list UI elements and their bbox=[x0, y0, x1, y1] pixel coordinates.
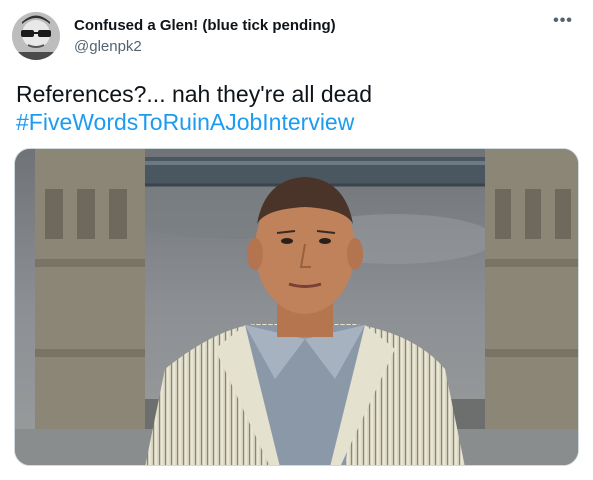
display-name[interactable]: Confused a Glen! (blue tick pending) bbox=[74, 17, 336, 35]
hashtag-link[interactable]: #FiveWordsToRuinAJobInterview bbox=[16, 108, 372, 136]
tweet-media-image[interactable] bbox=[14, 148, 579, 466]
more-horizontal-icon[interactable]: ••• bbox=[549, 13, 577, 34]
avatar[interactable] bbox=[12, 12, 60, 60]
tweet: Confused a Glen! (blue tick pending) @gl… bbox=[0, 0, 593, 480]
tweet-text-line: References?... nah they're all dead bbox=[16, 81, 373, 107]
tweet-text: References?... nah they're all dead #Fiv… bbox=[16, 80, 372, 136]
user-handle[interactable]: @glenpk2 bbox=[74, 38, 336, 56]
media-illustration bbox=[15, 149, 578, 465]
author-block[interactable]: Confused a Glen! (blue tick pending) @gl… bbox=[74, 17, 336, 56]
